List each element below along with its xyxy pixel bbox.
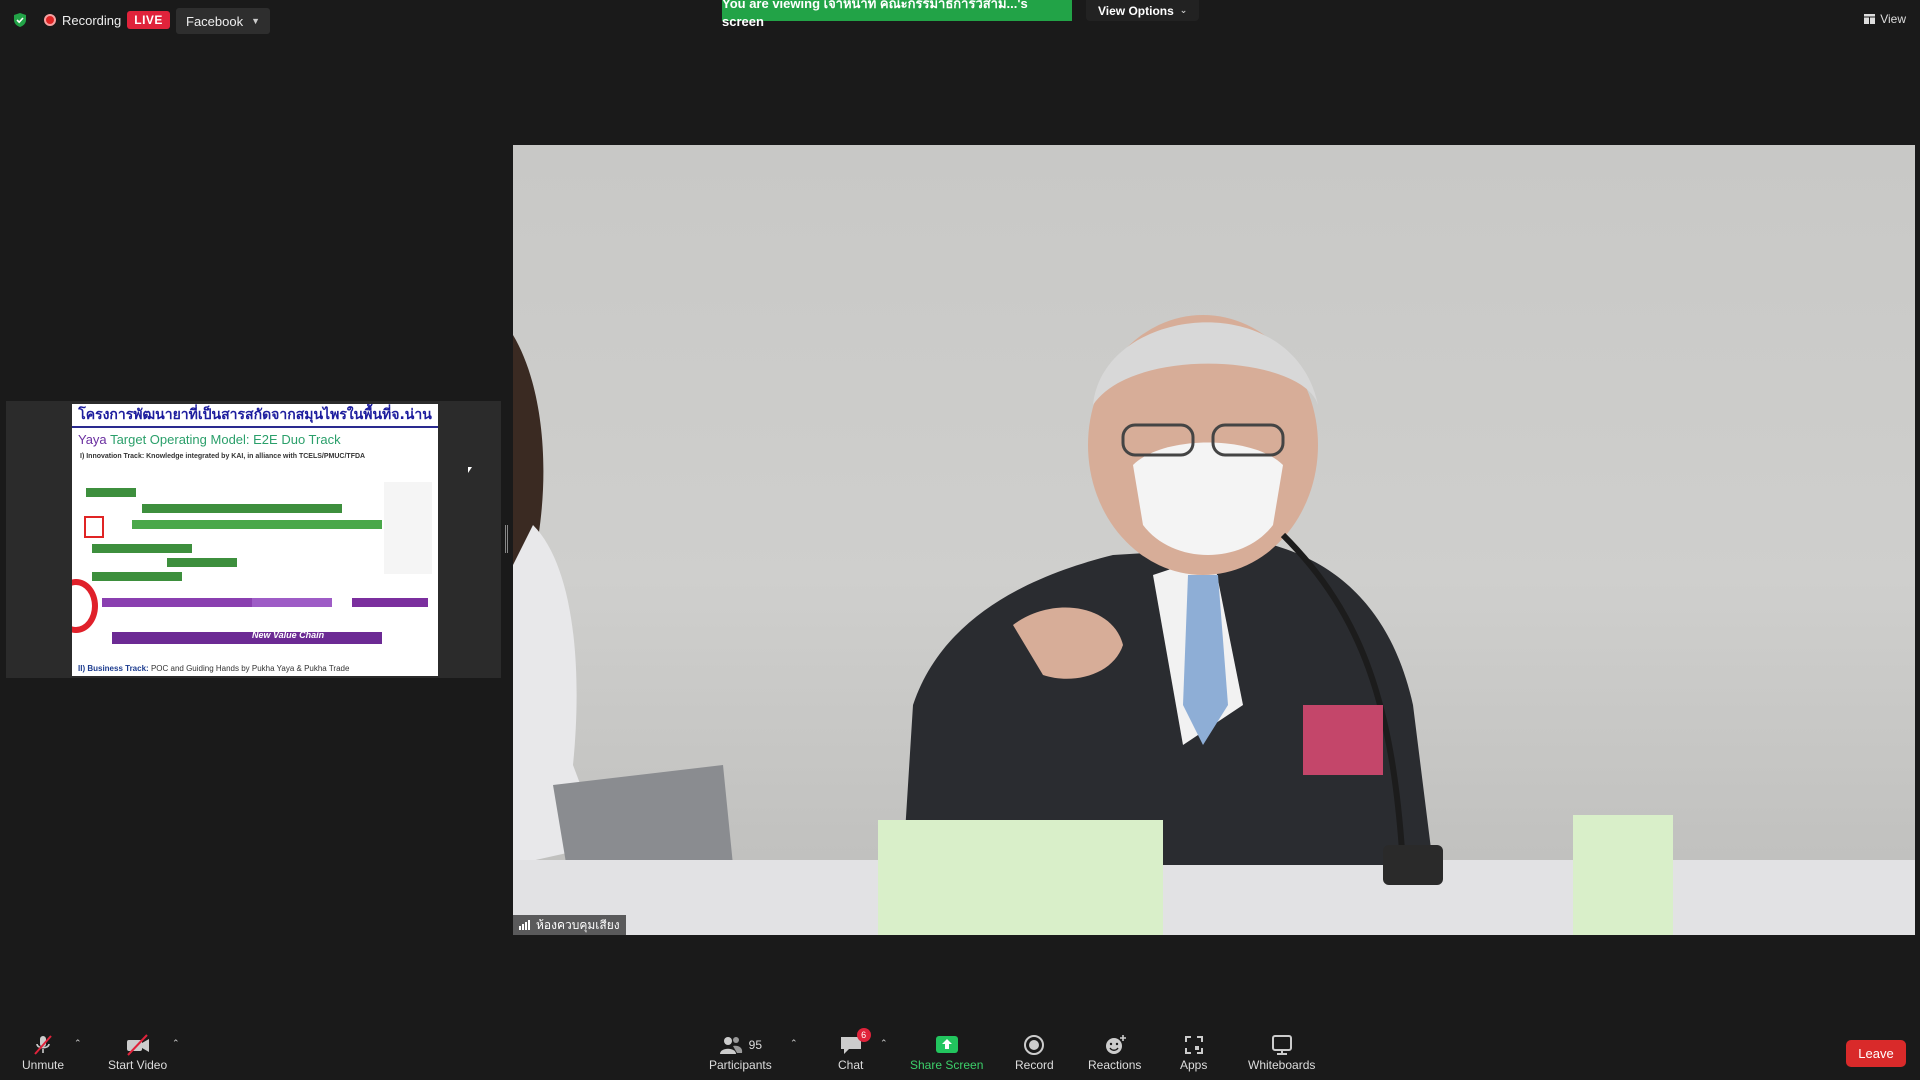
diagram-block [167, 558, 237, 567]
start-video-button[interactable]: Start Video [108, 1032, 167, 1072]
diagram-logo-box [84, 516, 104, 538]
record-icon [1023, 1032, 1045, 1058]
start-video-label: Start Video [108, 1058, 168, 1072]
diagram-block [86, 488, 136, 497]
chat-icon: 6 [839, 1028, 871, 1058]
chat-button[interactable]: 6 Chat [838, 1028, 871, 1072]
video-options-chevron[interactable]: ⌃ [172, 1038, 180, 1049]
participant-name-tag: ห้องควบคุมเสียง [513, 915, 626, 935]
shield-icon[interactable] [12, 12, 28, 28]
reactions-icon [1103, 1032, 1127, 1058]
viewing-screen-banner: You are viewing เจ้าหน้าที่ คณะกรรมาธิกา… [722, 0, 1072, 29]
unmute-button[interactable]: Unmute [22, 1032, 64, 1072]
microphone-muted-icon [31, 1032, 55, 1058]
chat-options-chevron[interactable]: ⌃ [880, 1038, 888, 1049]
participants-icon [719, 1037, 742, 1054]
business-track-text: POC and Guiding Hands by Pukha Yaya & Pu… [150, 664, 350, 673]
grid-view-icon [1864, 14, 1876, 24]
participants-label: Participants [709, 1058, 772, 1072]
reactions-button[interactable]: Reactions [1088, 1032, 1141, 1072]
share-screen-icon [935, 1032, 959, 1058]
speaker-video-frame [513, 315, 1915, 935]
diagram-red-ring [72, 579, 98, 633]
chat-label: Chat [838, 1058, 864, 1072]
value-chain-label: New Value Chain [252, 630, 325, 640]
reactions-label: Reactions [1088, 1058, 1142, 1072]
slide-title: โครงการพัฒนายาที่เป็นสารสกัดจากสมุนไพรใน… [72, 404, 438, 428]
slide-innovation-track: I) Innovation Track: Knowledge integrate… [80, 453, 366, 460]
participant-name: ห้องควบคุมเสียง [536, 917, 620, 932]
record-dot-icon [44, 14, 56, 26]
participants-options-chevron[interactable]: ⌃ [790, 1038, 798, 1049]
diagram-vehicles-list [384, 482, 432, 574]
view-options-button[interactable]: View Options ⌄ [1086, 0, 1200, 21]
record-button[interactable]: Record [1015, 1032, 1054, 1072]
audio-options-chevron[interactable]: ⌃ [74, 1038, 82, 1049]
slide-subtitle: Yaya Target Operating Model: E2E Duo Tra… [72, 428, 438, 447]
view-options-label: View Options [1098, 3, 1174, 18]
video-off-icon [125, 1032, 151, 1058]
diagram-block [92, 572, 182, 581]
diagram-block [252, 598, 332, 607]
slide-subtitle-prefix: Yaya [78, 432, 107, 447]
diagram-block [102, 598, 262, 607]
apps-label: Apps [1180, 1058, 1208, 1072]
diagram-value-chain-bar [112, 632, 382, 644]
signal-icon [519, 920, 530, 930]
record-label: Record [1015, 1058, 1054, 1072]
participants-button[interactable]: 95 Participants [709, 1032, 772, 1072]
slide-subtitle-text: Target Operating Model: E2E Duo Track [110, 432, 341, 447]
chevron-down-icon: ⌄ [1179, 5, 1188, 15]
apps-icon [1183, 1032, 1205, 1058]
main-video-tile[interactable]: ห้องควบคุมเสียง [513, 145, 1915, 935]
whiteboards-label: Whiteboards [1248, 1058, 1316, 1072]
whiteboards-button[interactable]: Whiteboards [1248, 1032, 1315, 1072]
mouse-cursor [468, 467, 472, 473]
recording-label: Recording [62, 12, 122, 28]
diagram-block [132, 520, 382, 529]
share-screen-label: Share Screen [910, 1058, 984, 1072]
business-track-prefix: II) Business Track: [78, 664, 149, 673]
meeting-controls-toolbar: Unmute ⌃ Start Video ⌃ 95 Participants ⌃ [0, 1018, 1920, 1080]
shared-screen-thumbnail[interactable]: โครงการพัฒนายาที่เป็นสารสกัดจากสมุนไพรใน… [6, 401, 501, 678]
diagram-block [142, 504, 342, 513]
panel-splitter-handle[interactable] [505, 525, 508, 553]
recording-indicator[interactable]: Recording LIVE [44, 11, 170, 29]
whiteboard-icon [1270, 1032, 1294, 1058]
view-button[interactable]: View [1864, 12, 1906, 26]
slide-business-track: II) Business Track: POC and Guiding Hand… [72, 664, 438, 673]
meeting-top-bar: Recording LIVE Facebook ▼ You are viewin… [0, 0, 1920, 40]
view-label: View [1880, 12, 1906, 26]
unmute-label: Unmute [22, 1058, 65, 1072]
stream-target-label: Facebook [186, 13, 244, 29]
chat-unread-badge: 6 [856, 1028, 871, 1042]
shared-slide: โครงการพัฒนายาที่เป็นสารสกัดจากสมุนไพรใน… [72, 404, 438, 676]
diagram-block [352, 598, 428, 607]
chevron-down-icon: ▼ [251, 16, 261, 26]
apps-button[interactable]: Apps [1180, 1032, 1207, 1072]
share-screen-button[interactable]: Share Screen [910, 1032, 983, 1072]
diagram-block [92, 544, 192, 553]
stream-target-dropdown[interactable]: Facebook ▼ [176, 8, 271, 34]
leave-button[interactable]: Leave [1846, 1040, 1906, 1067]
live-badge: LIVE [127, 11, 170, 29]
participants-count: 95 [748, 1038, 763, 1052]
